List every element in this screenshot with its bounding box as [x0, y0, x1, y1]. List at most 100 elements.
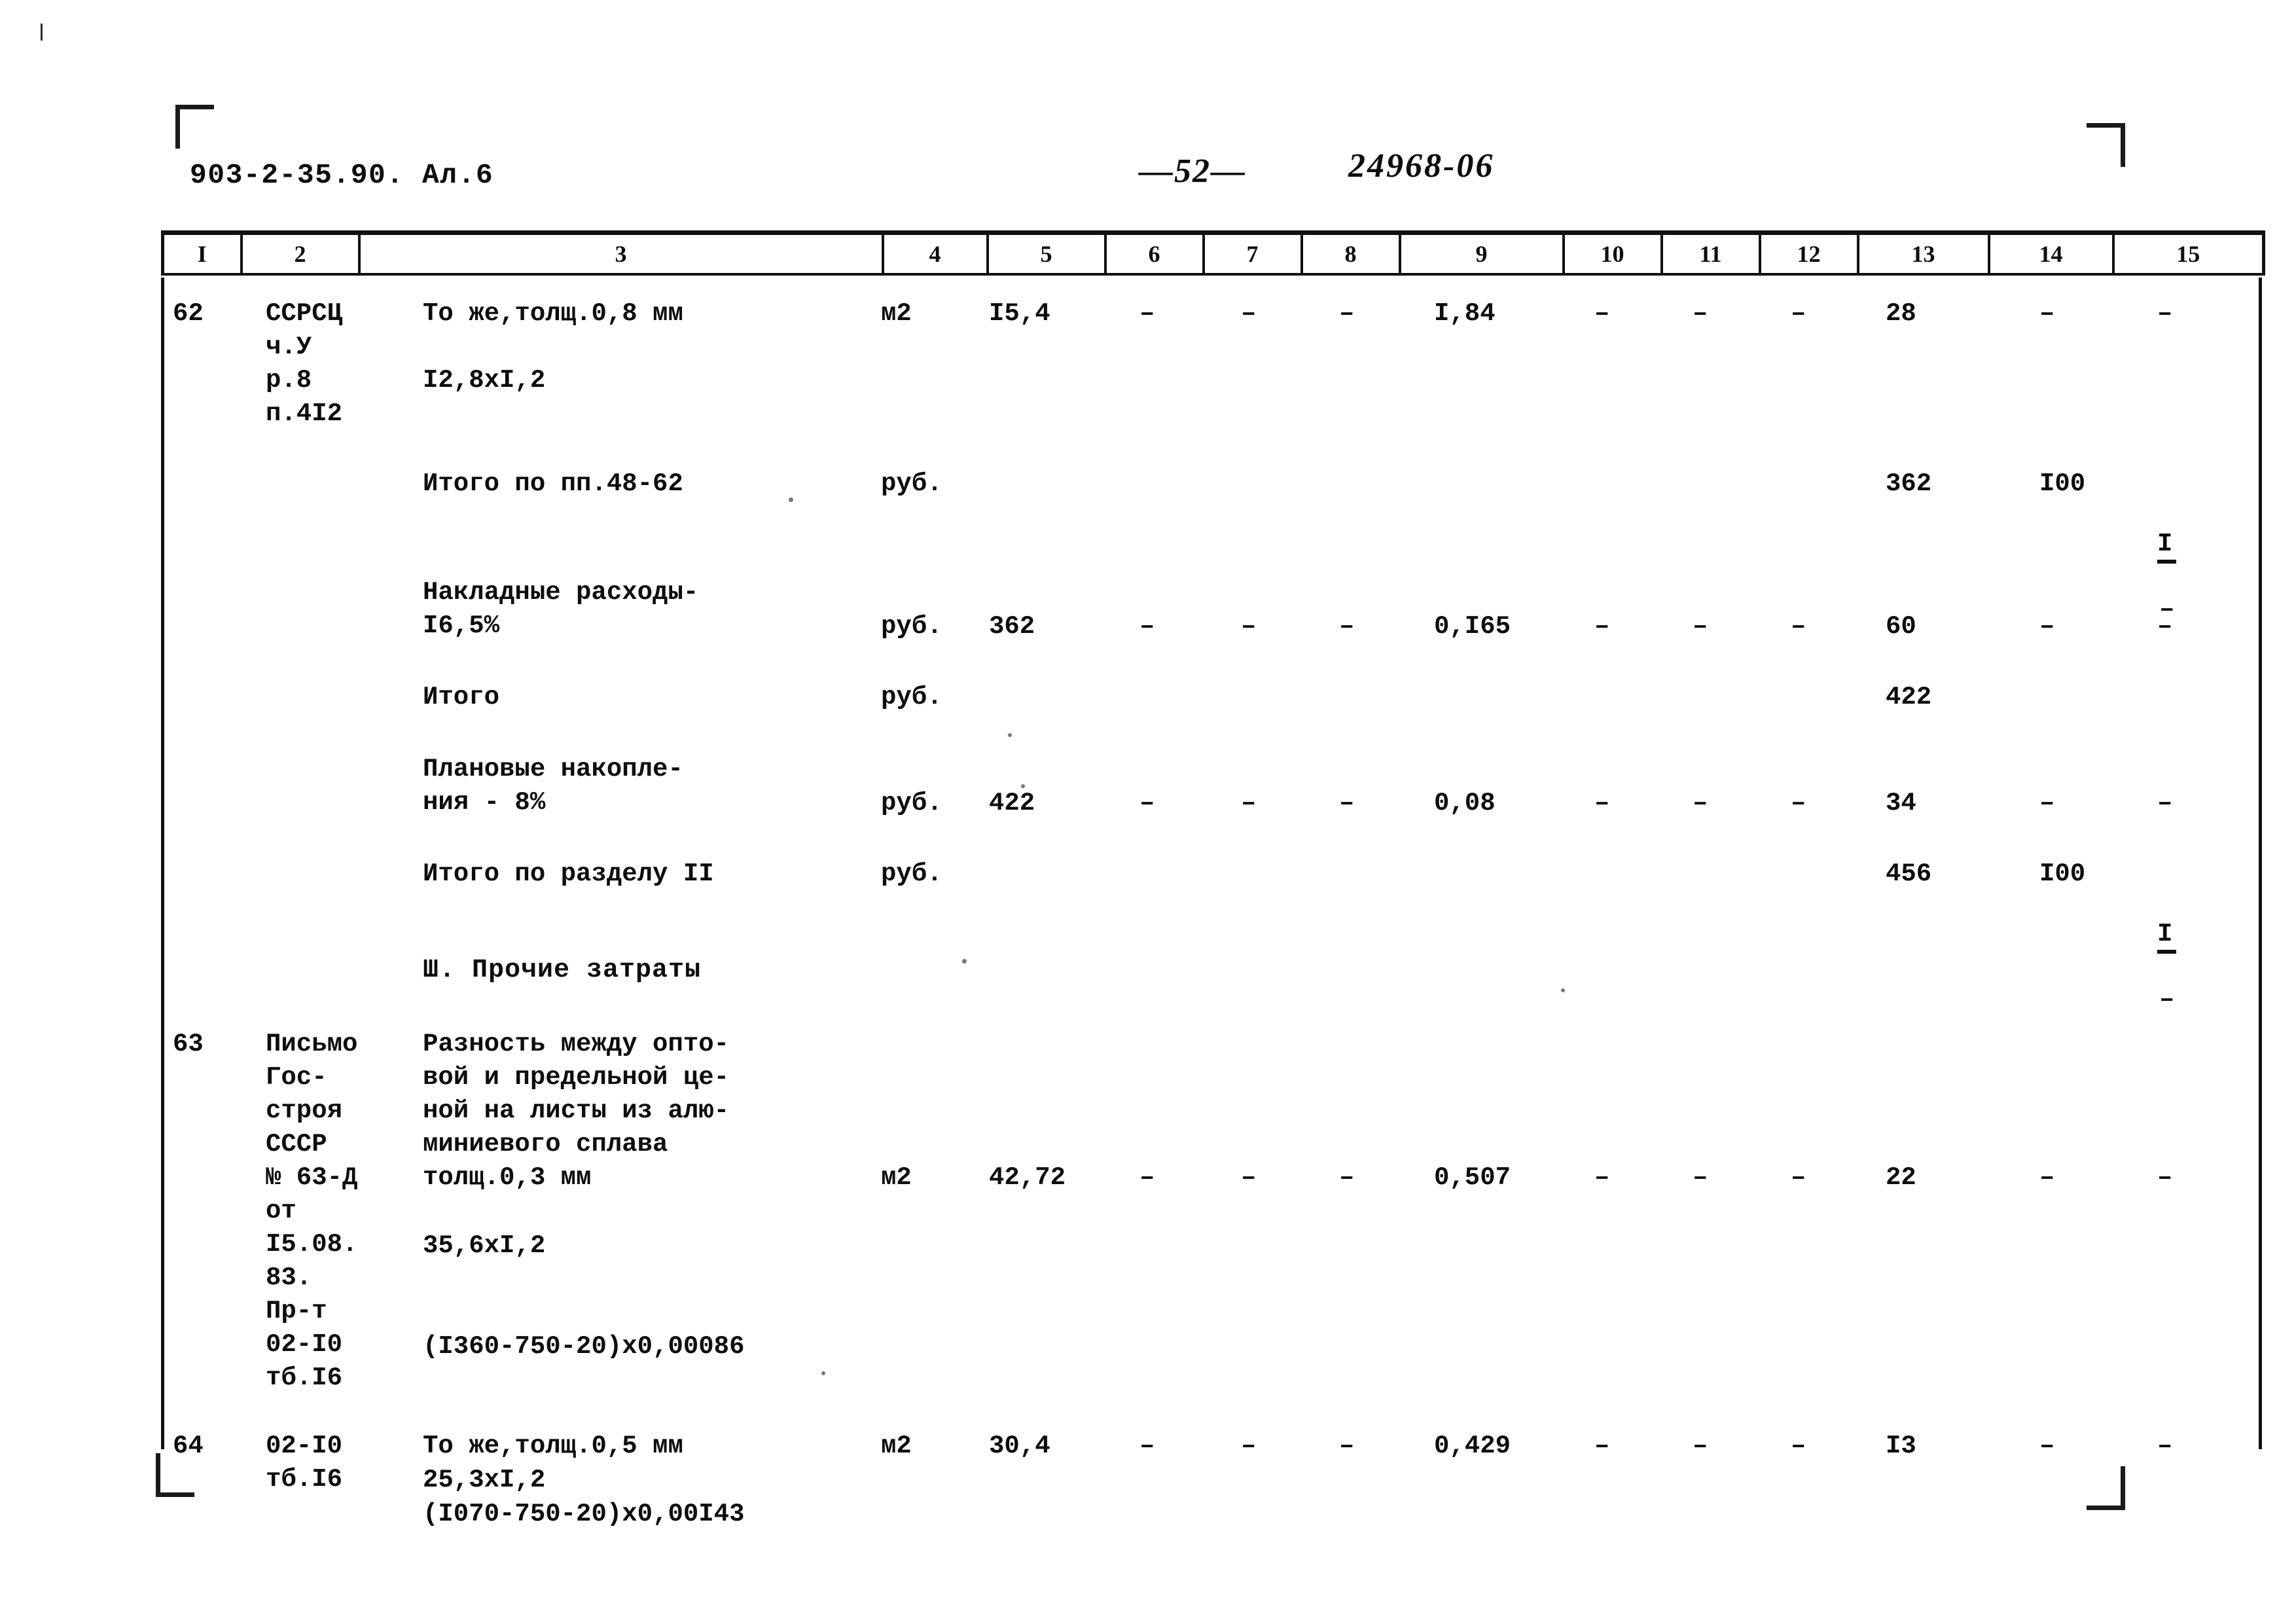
table-left-rule [161, 278, 164, 1449]
col-header-12: 12 [1758, 230, 1859, 276]
row-value-6: – [1139, 612, 1155, 641]
row-value-12: – [1791, 789, 1806, 818]
page-corner-bottom-right [2087, 1466, 2125, 1510]
row-value-12: – [1791, 1163, 1806, 1192]
row-description: То же,толщ.0,8 мм [423, 299, 683, 328]
row-value-9: 0,08 [1434, 789, 1496, 818]
row-value-7: – [1241, 299, 1257, 328]
row-reference: 02-I0 тб.I6 [266, 1432, 343, 1494]
row-value-11: – [1693, 299, 1708, 328]
row-value-6: – [1139, 1432, 1155, 1460]
row-value-6: – [1139, 299, 1155, 328]
col-header-14: 14 [1987, 230, 2115, 276]
row-description-formula: (I070-750-20)x0,00I43 [423, 1500, 745, 1528]
row-unit: м2 [881, 1432, 912, 1460]
row-value-14: I00 [2039, 859, 2086, 888]
row-value-9: 0,429 [1434, 1432, 1511, 1460]
row-value-10: – [1594, 612, 1610, 641]
row-value-8: – [1339, 1432, 1355, 1460]
row-reference: ССРСЦ ч.У р.8 п.4I2 [266, 299, 343, 428]
row-value-9: 0,507 [1434, 1163, 1511, 1192]
row-description-formula: (I360-750-20)x0,00086 [423, 1332, 745, 1361]
row-description: То же,толщ.0,5 мм [423, 1432, 683, 1460]
row-description: Итого [423, 683, 500, 712]
row-value-14: – [2039, 1163, 2055, 1192]
row-value-13: 60 [1886, 612, 1916, 641]
page-number: —52— [1139, 153, 1246, 190]
row-description-dimension: 25,3xI,2 [423, 1466, 546, 1494]
col-header-5: 5 [986, 230, 1107, 276]
row-unit: руб. [881, 789, 942, 818]
row-value-13: 22 [1886, 1163, 1916, 1192]
row-value-14: – [2039, 1432, 2055, 1460]
col-header-15: 15 [2111, 230, 2265, 276]
row-value-5: 30,4 [989, 1432, 1050, 1460]
row-unit: руб. [881, 612, 942, 641]
row-value-10: – [1594, 1163, 1610, 1192]
table-body: 62 ССРСЦ ч.У р.8 п.4I2 То же,толщ.0,8 мм… [161, 278, 2262, 1528]
row-value-5: I5,4 [989, 299, 1050, 328]
row-description: Накладные расходы- I6,5% [423, 578, 699, 640]
row-number: 63 [173, 1030, 204, 1058]
row-description: Разность между опто- вой и предельной це… [423, 1030, 730, 1192]
row-value-14: – [2039, 789, 2055, 818]
row-value-14: I00 [2039, 469, 2086, 498]
row-value-13: 28 [1886, 299, 1916, 328]
row-unit: руб. [881, 469, 942, 498]
col-header-9: 9 [1398, 230, 1565, 276]
row-value-5: 422 [989, 789, 1035, 818]
row-value-7: – [1241, 612, 1257, 641]
fraction-numerator: I [2157, 530, 2177, 564]
row-value-11: – [1693, 1163, 1708, 1192]
row-value-15: – [2157, 1432, 2173, 1460]
fraction-numerator: I [2157, 920, 2177, 954]
scan-speck [1008, 733, 1012, 737]
row-value-7: – [1241, 1163, 1257, 1192]
col-header-3: 3 [357, 230, 884, 276]
row-unit: м2 [881, 299, 912, 328]
scan-speck [821, 1371, 825, 1375]
row-value-9: 0,I65 [1434, 612, 1511, 641]
row-value-14: – [2039, 612, 2055, 641]
row-number: 62 [173, 299, 204, 328]
table-row: I 2 3 4 5 6 7 8 9 10 11 12 13 14 15 [161, 230, 2265, 276]
col-header-2: 2 [240, 230, 361, 276]
row-description-dimension: 35,6xI,2 [423, 1231, 546, 1260]
row-value-6: – [1139, 789, 1155, 818]
row-value-5: 42,72 [989, 1163, 1066, 1192]
row-description: Плановые накопле- ния - 8% [423, 755, 683, 817]
row-value-14: – [2039, 299, 2055, 328]
table-header-strip: I 2 3 4 5 6 7 8 9 10 11 12 13 14 15 [161, 230, 2265, 276]
row-value-9: I,84 [1434, 299, 1496, 328]
row-unit: м2 [881, 1163, 912, 1192]
row-value-13: 456 [1886, 859, 1932, 888]
row-number: 64 [173, 1432, 204, 1460]
col-header-11: 11 [1660, 230, 1761, 276]
row-value-15: – [2157, 1163, 2173, 1192]
document-code: 903-2-35.90. Ал.6 [190, 159, 494, 191]
row-value-10: – [1594, 299, 1610, 328]
row-value-12: – [1791, 299, 1806, 328]
page-corner-top-right [2087, 123, 2125, 167]
row-value-12: – [1791, 1432, 1806, 1460]
section-heading: Ш. Прочие затраты [423, 956, 702, 985]
col-header-7: 7 [1202, 230, 1303, 276]
row-value-13: 34 [1886, 789, 1916, 818]
row-value-6: – [1139, 1163, 1155, 1192]
row-reference: Письмо Гос- строя СССР № 63-Д от I5.08. … [266, 1030, 358, 1392]
row-value-7: – [1241, 1432, 1257, 1460]
row-unit: руб. [881, 859, 942, 888]
row-value-15: – [2157, 299, 2173, 328]
col-header-8: 8 [1300, 230, 1401, 276]
table-right-rule [2259, 278, 2262, 1449]
row-value-11: – [1693, 612, 1708, 641]
scan-speck [962, 959, 967, 964]
row-value-7: – [1241, 789, 1257, 818]
row-value-13: I3 [1886, 1432, 1916, 1460]
archive-number: 24968-06 [1348, 147, 1495, 185]
row-description-dimension: I2,8xI,2 [423, 366, 546, 395]
column-number-table: I 2 3 4 5 6 7 8 9 10 11 12 13 14 15 [161, 230, 2265, 276]
row-value-13: 362 [1886, 469, 1932, 498]
row-value-13: 422 [1886, 683, 1932, 712]
col-header-13: 13 [1856, 230, 1990, 276]
